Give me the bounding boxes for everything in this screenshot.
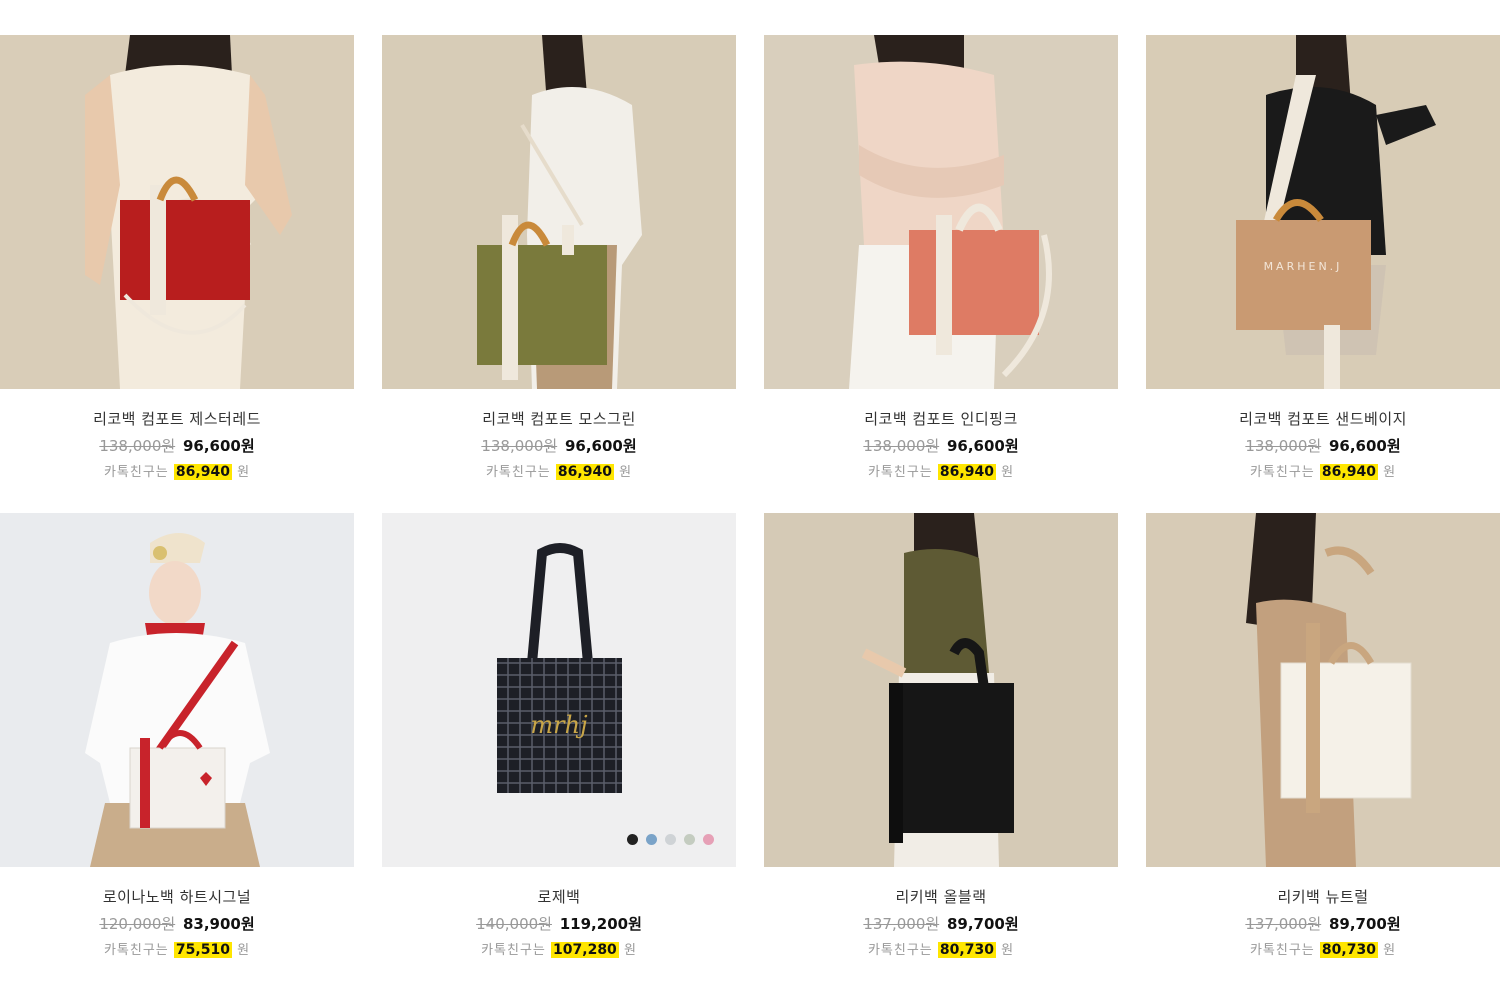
- product-card: 리키백 올블랙 137,000원 89,700원 카톡친구는 80,730 원: [764, 513, 1118, 960]
- heart-signal-mini-bag-photo: [0, 513, 354, 867]
- product-image-link[interactable]: [1146, 513, 1500, 867]
- brand-print: MARHEN.J: [1264, 260, 1343, 273]
- price-row: 137,000원 89,700원: [1146, 914, 1500, 934]
- all-black-tote-bag-photo: [764, 513, 1118, 867]
- kakao-price: 75,510: [173, 942, 232, 958]
- original-price: 138,000원: [481, 437, 558, 455]
- sale-price: 96,600원: [946, 437, 1019, 455]
- sale-price: 89,700원: [1328, 915, 1401, 933]
- color-swatch[interactable]: [665, 834, 676, 845]
- product-image-link[interactable]: [764, 513, 1118, 867]
- color-swatches: [627, 834, 714, 845]
- product-card: mrhj 로제백 140,000원 119,200원 카톡친구는 107,280…: [382, 513, 736, 960]
- tweed-tote-bag-photo: mrhj: [382, 513, 736, 867]
- product-image-link[interactable]: mrhj: [382, 513, 736, 867]
- sale-price: 83,900원: [182, 915, 255, 933]
- moss-green-tote-bag-photo: [382, 35, 736, 389]
- product-name[interactable]: 리코백 컴포트 모스그린: [382, 409, 736, 429]
- product-card: 리키백 뉴트럴 137,000원 89,700원 카톡친구는 80,730 원: [1146, 513, 1500, 960]
- sale-price: 96,600원: [182, 437, 255, 455]
- kakao-unit: 원: [1383, 943, 1397, 958]
- kakao-friend-price: 카톡친구는 75,510 원: [0, 940, 354, 960]
- sale-price: 96,600원: [564, 437, 637, 455]
- kakao-price: 86,940: [937, 464, 996, 480]
- kakao-unit: 원: [623, 943, 637, 958]
- kakao-label: 카톡친구는: [867, 465, 933, 480]
- kakao-unit: 원: [1001, 465, 1015, 480]
- kakao-unit: 원: [1383, 465, 1397, 480]
- product-image-link[interactable]: [0, 513, 354, 867]
- kakao-unit: 원: [237, 943, 251, 958]
- kakao-label: 카톡친구는: [481, 943, 546, 958]
- sand-beige-tote-bag-photo: MARHEN.J: [1146, 35, 1500, 389]
- original-price: 138,000원: [863, 437, 940, 455]
- sale-price: 89,700원: [946, 915, 1019, 933]
- original-price: 137,000원: [863, 915, 940, 933]
- color-swatch[interactable]: [703, 834, 714, 845]
- product-card: 리코백 컴포트 모스그린 138,000원 96,600원 카톡친구는 86,9…: [382, 35, 736, 482]
- product-image-link[interactable]: [764, 35, 1118, 389]
- color-swatch[interactable]: [646, 834, 657, 845]
- original-price: 138,000원: [1245, 437, 1322, 455]
- color-swatch[interactable]: [684, 834, 695, 845]
- original-price: 138,000원: [99, 437, 176, 455]
- kakao-friend-price: 카톡친구는 107,280 원: [382, 940, 736, 960]
- product-grid: 리코백 컴포트 제스터레드 138,000원 96,600원 카톡친구는 86,…: [0, 0, 1500, 1000]
- red-tote-bag-photo: [0, 35, 354, 389]
- product-name[interactable]: 로제백: [382, 887, 736, 907]
- original-price: 140,000원: [476, 915, 552, 933]
- original-price: 120,000원: [99, 915, 176, 933]
- sale-price: 96,600원: [1328, 437, 1401, 455]
- kakao-price: 80,730: [1319, 942, 1378, 958]
- bag-embroidery: mrhj: [530, 711, 588, 739]
- kakao-label: 카톡친구는: [867, 943, 933, 958]
- product-name[interactable]: 리코백 컴포트 제스터레드: [0, 409, 354, 429]
- product-name[interactable]: 리코백 컴포트 인디핑크: [764, 409, 1118, 429]
- product-name[interactable]: 리코백 컴포트 샌드베이지: [1146, 409, 1500, 429]
- kakao-friend-price: 카톡친구는 86,940 원: [382, 462, 736, 482]
- kakao-price: 107,280: [551, 942, 619, 958]
- product-image-link[interactable]: MARHEN.J: [1146, 35, 1500, 389]
- product-image-link[interactable]: [0, 35, 354, 389]
- price-row: 138,000원 96,600원: [1146, 436, 1500, 456]
- price-row: 138,000원 96,600원: [0, 436, 354, 456]
- kakao-price: 80,730: [937, 942, 996, 958]
- kakao-friend-price: 카톡친구는 86,940 원: [764, 462, 1118, 482]
- product-name[interactable]: 로이나노백 하트시그널: [0, 887, 354, 907]
- kakao-unit: 원: [619, 465, 633, 480]
- product-card: 리코백 컴포트 제스터레드 138,000원 96,600원 카톡친구는 86,…: [0, 35, 354, 482]
- kakao-unit: 원: [1001, 943, 1015, 958]
- kakao-price: 86,940: [1319, 464, 1378, 480]
- product-card: MARHEN.J 리코백 컴포트 샌드베이지 138,000원 96,600원 …: [1146, 35, 1500, 482]
- kakao-friend-price: 카톡친구는 80,730 원: [1146, 940, 1500, 960]
- kakao-friend-price: 카톡친구는 86,940 원: [1146, 462, 1500, 482]
- kakao-friend-price: 카톡친구는 80,730 원: [764, 940, 1118, 960]
- kakao-label: 카톡친구는: [1249, 943, 1315, 958]
- kakao-unit: 원: [237, 465, 251, 480]
- product-name[interactable]: 리키백 올블랙: [764, 887, 1118, 907]
- indi-pink-tote-bag-photo: [764, 35, 1118, 389]
- original-price: 137,000원: [1245, 915, 1322, 933]
- kakao-label: 카톡친구는: [485, 465, 551, 480]
- kakao-price: 86,940: [173, 464, 232, 480]
- kakao-label: 카톡친구는: [1249, 465, 1315, 480]
- product-card: 로이나노백 하트시그널 120,000원 83,900원 카톡친구는 75,51…: [0, 513, 354, 960]
- kakao-price: 86,940: [555, 464, 614, 480]
- price-row: 138,000원 96,600원: [382, 436, 736, 456]
- price-row: 120,000원 83,900원: [0, 914, 354, 934]
- product-name[interactable]: 리키백 뉴트럴: [1146, 887, 1500, 907]
- kakao-label: 카톡친구는: [103, 465, 169, 480]
- neutral-tote-bag-photo: [1146, 513, 1500, 867]
- price-row: 140,000원 119,200원: [382, 914, 736, 934]
- price-row: 138,000원 96,600원: [764, 436, 1118, 456]
- product-card: 리코백 컴포트 인디핑크 138,000원 96,600원 카톡친구는 86,9…: [764, 35, 1118, 482]
- price-row: 137,000원 89,700원: [764, 914, 1118, 934]
- sale-price: 119,200원: [559, 915, 642, 933]
- kakao-label: 카톡친구는: [103, 943, 169, 958]
- color-swatch[interactable]: [627, 834, 638, 845]
- product-image-link[interactable]: [382, 35, 736, 389]
- kakao-friend-price: 카톡친구는 86,940 원: [0, 462, 354, 482]
